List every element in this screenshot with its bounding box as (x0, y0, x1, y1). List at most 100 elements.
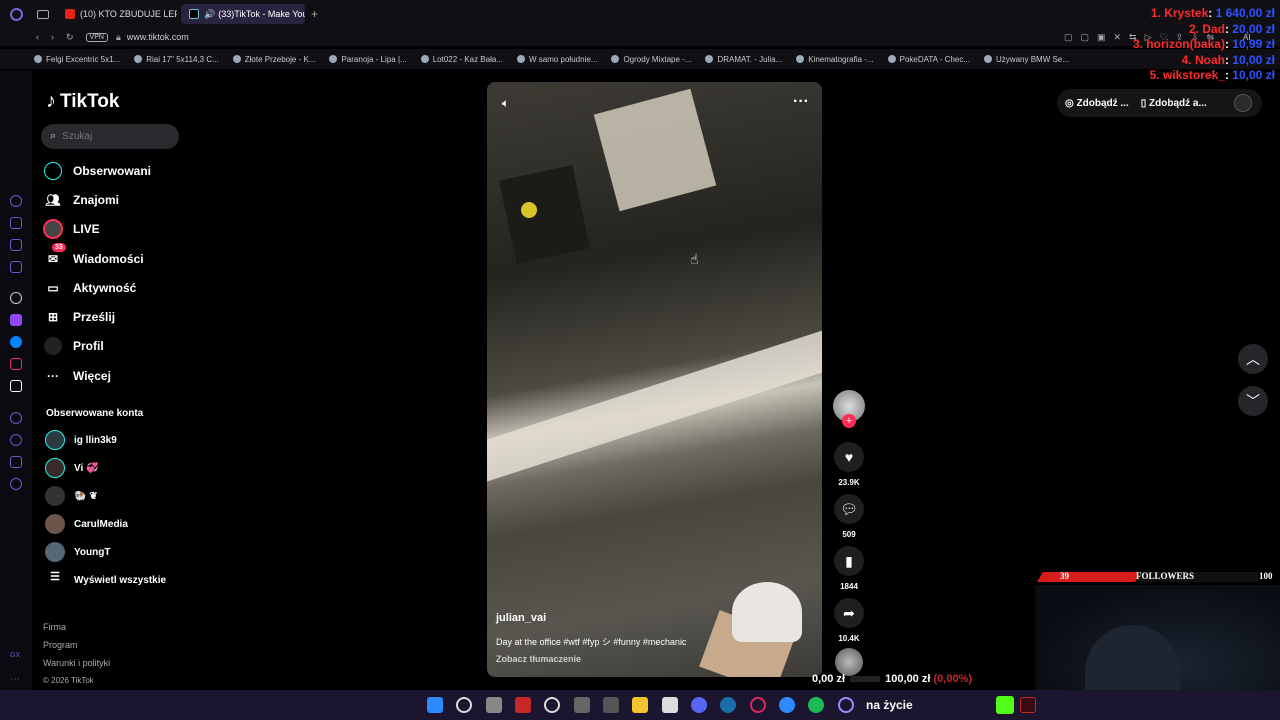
bookmark-item[interactable]: Paranoja - Lipa |... (329, 55, 407, 64)
nav-item-following[interactable]: Obserwowani (42, 156, 192, 185)
new-tab-button[interactable]: + (311, 7, 318, 21)
store-icon[interactable] (662, 697, 678, 713)
followed-account[interactable]: CarulMedia (45, 510, 195, 538)
mute-icon[interactable]: 🔈︎ (502, 96, 509, 111)
footer-link-company[interactable]: Firma (43, 618, 110, 636)
show-all-link[interactable]: ☰ Wyświetl wszystkie (45, 566, 195, 594)
reload-icon[interactable]: ↻ (66, 32, 74, 43)
nav-item-upload[interactable]: ⊞ Prześlij (42, 302, 192, 331)
get-app-button[interactable]: ▯ Zdobądź a... (1141, 98, 1207, 109)
url-text[interactable]: www.tiktok.com (127, 32, 189, 42)
nav-item-messages[interactable]: ✉︎ 33 Wiadomości (42, 242, 192, 273)
chatgpt-icon[interactable] (10, 292, 22, 304)
sidebar-icon-tools[interactable] (10, 239, 22, 251)
forward-icon[interactable]: › (51, 32, 54, 42)
nav-item-profile[interactable]: Profil (42, 332, 192, 361)
footer-link-terms[interactable]: Warunki i polityki (43, 654, 110, 672)
video-player[interactable] (487, 82, 822, 677)
donor-separator: : (1208, 6, 1216, 20)
bookmark-item[interactable]: Felgi Excentric 5x1... (34, 55, 120, 64)
file-explorer-icon[interactable] (632, 697, 648, 713)
clock-icon[interactable] (10, 434, 22, 446)
search-icon: ⌕ (50, 130, 57, 142)
sidebar-icon-gx[interactable]: GX (10, 652, 22, 664)
tiktok-logo[interactable]: ♪ TikTok (46, 90, 119, 113)
task-view-icon[interactable] (486, 697, 502, 713)
opera-logo-icon[interactable] (10, 7, 23, 21)
nav-item-live[interactable]: LIVE (42, 215, 192, 244)
video-username[interactable]: julian_vai (496, 612, 546, 624)
next-video-button[interactable]: ﹀ (1238, 386, 1268, 416)
bookmark-icon[interactable]: ▮ (834, 546, 864, 576)
bookmark-item[interactable]: DRAMAT. - Julia... (705, 55, 782, 64)
bookmark-item[interactable]: PokeDATA - Chec... (887, 55, 970, 64)
back-icon[interactable]: ‹ (36, 32, 39, 42)
nav-item-more[interactable]: ··· Więcej (42, 361, 192, 390)
extensions-icon[interactable] (10, 456, 22, 468)
share-icon[interactable]: ➦ (834, 598, 864, 628)
sidebar-icon-ai[interactable] (10, 217, 22, 229)
followed-account[interactable]: ig llin3k9 (45, 426, 195, 454)
tab-youtube[interactable]: (10) KTO ZBUDUJE LEPSZ (57, 4, 177, 24)
translate-link[interactable]: Zobacz tłumaczenie (496, 654, 581, 664)
follow-plus-icon[interactable]: + (842, 414, 856, 428)
footer-link-program[interactable]: Program (43, 636, 110, 654)
upload-icon: ⊞ (47, 310, 59, 325)
search-box[interactable]: ⌕ (41, 124, 179, 149)
share-action[interactable]: ➦ 10.4K (833, 598, 865, 643)
opera-gx-taskbar-icon[interactable] (750, 697, 766, 713)
heart-icon[interactable]: ♥ (834, 442, 864, 472)
creator-avatar[interactable]: + (833, 390, 865, 428)
steam-icon[interactable] (720, 697, 736, 713)
bookmark-item[interactable]: Złote Przeboje - K... (232, 55, 315, 64)
user-avatar[interactable] (1234, 94, 1252, 112)
sidebar-icon-aria[interactable] (10, 195, 22, 207)
bookmark-item[interactable]: Lot022 - Kaz Bała... (420, 55, 503, 64)
comment-icon[interactable]: 💬︎ (834, 494, 864, 524)
instagram-icon[interactable] (10, 358, 22, 370)
taskbar-app2-icon[interactable] (574, 697, 590, 713)
video-more-icon[interactable]: ··· (793, 93, 809, 111)
nav-item-friends[interactable]: 👥︎ Znajomi (42, 185, 192, 214)
followed-account[interactable]: 🐏 ❦ (45, 482, 195, 510)
get-coins-button[interactable]: ◎ Zdobądź ... (1065, 98, 1129, 109)
spotify-icon[interactable] (808, 697, 824, 713)
vpn-badge[interactable]: VPN (85, 32, 108, 42)
kick-icon[interactable] (996, 696, 1014, 714)
save-action[interactable]: ▮ 1844 (833, 546, 865, 591)
comment-action[interactable]: 💬︎ 509 (833, 494, 865, 539)
taskbar-app4-icon[interactable] (779, 697, 795, 713)
settings-icon[interactable] (10, 478, 22, 490)
search-taskbar-icon[interactable] (456, 697, 472, 713)
followed-account[interactable]: Vi 💞 (45, 454, 195, 482)
bookmark-favicon-icon (887, 55, 896, 63)
twitch-icon[interactable] (10, 314, 22, 326)
nav-item-activity[interactable]: ▭ Aktywność (42, 273, 192, 302)
taskbar-app5-icon[interactable] (1020, 697, 1036, 713)
followed-account[interactable]: YoungT (45, 538, 195, 566)
search-input[interactable] (62, 131, 163, 142)
tab-switcher-icon[interactable] (37, 9, 49, 19)
music-disc-avatar[interactable] (835, 648, 863, 676)
like-action[interactable]: ♥ 23.9K (833, 442, 865, 487)
chatgpt-taskbar-icon[interactable] (544, 697, 560, 713)
taskbar-app-icon[interactable] (515, 697, 531, 713)
previous-video-button[interactable]: ︿ (1238, 344, 1268, 374)
bookmark-item[interactable]: W samo południe... (516, 55, 597, 64)
bookmark-item[interactable]: Ogrody Mixtape -... (611, 55, 691, 64)
messenger-icon[interactable] (10, 336, 22, 348)
sidebar-more-icon[interactable]: ⋯ (10, 674, 22, 686)
bookmark-item[interactable]: Kinematografia -... (796, 55, 874, 64)
opera-taskbar-icon[interactable] (838, 697, 854, 713)
tiktok-sidebar-icon[interactable] (10, 380, 22, 392)
bookmark-item[interactable]: Riai 17" 5x114,3 C... (134, 55, 219, 64)
taskbar-app3-icon[interactable] (603, 697, 619, 713)
messages-badge: 33 (52, 242, 66, 252)
bookmark-item[interactable]: Używany BMW Se... (984, 55, 1069, 64)
tab-tiktok[interactable]: 🔊 (33)TikTok - Make You (181, 4, 305, 24)
history-icon[interactable] (10, 412, 22, 424)
windows-start-icon[interactable] (427, 697, 443, 713)
sidebar-icon-m[interactable] (10, 261, 22, 273)
profile-icon (42, 335, 64, 357)
discord-icon[interactable] (691, 697, 707, 713)
